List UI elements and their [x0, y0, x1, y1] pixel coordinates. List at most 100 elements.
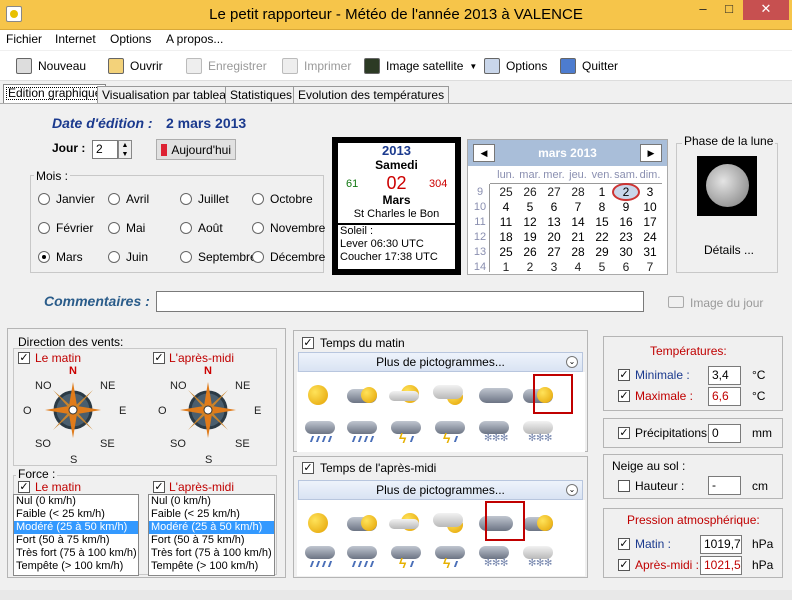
radio-circle[interactable]	[252, 222, 264, 234]
calendar-day[interactable]: 26	[518, 245, 542, 259]
calendar-day[interactable]: 14	[566, 215, 590, 229]
month-radio-avril[interactable]: Avril	[108, 192, 149, 206]
menu-internet[interactable]: Internet	[55, 32, 96, 46]
weather-icon-rain-dark[interactable]	[305, 546, 335, 568]
month-radio-mai[interactable]: Mai	[108, 221, 145, 235]
open-button[interactable]: Ouvrir	[108, 58, 163, 74]
tab-statistiques[interactable]: Statistiques	[225, 86, 298, 103]
satellite-image-button[interactable]: Image satellite ▼	[364, 58, 477, 74]
calendar-day[interactable]: 27	[542, 245, 566, 259]
compass-dir-n[interactable]: N	[69, 365, 77, 377]
weather-icon-cloud-sun2[interactable]	[523, 511, 553, 533]
afternoon-selected-pictogram[interactable]	[485, 501, 525, 541]
calendar-day[interactable]: 27	[542, 185, 566, 199]
compass-dir-ne[interactable]: NE	[100, 380, 115, 392]
compass-dir-ne[interactable]: NE	[235, 380, 250, 392]
calendar-day[interactable]: 30	[614, 245, 638, 259]
wind-morning-checkbox[interactable]: ✓	[18, 352, 30, 364]
dropdown-arrow-icon[interactable]: ▼	[469, 62, 477, 71]
compass-dir-s[interactable]: S	[205, 454, 212, 466]
weather-icon-snow[interactable]: ✻ ✻ ✻	[523, 546, 553, 569]
menu-a-propos[interactable]: A propos...	[166, 32, 223, 46]
calendar-day[interactable]: 3	[638, 185, 662, 199]
minimize-button[interactable]: –	[690, 0, 716, 20]
compass-dir-e[interactable]: E	[119, 405, 126, 417]
force-option[interactable]: Faible (< 25 km/h)	[14, 508, 138, 521]
max-temp-checkbox[interactable]: ✓	[618, 390, 630, 402]
radio-circle[interactable]	[252, 251, 264, 263]
month-radio-novembre[interactable]: Novembre	[252, 221, 325, 235]
weather-icon-sun-cloud-light[interactable]	[389, 383, 419, 405]
min-temp-input[interactable]: 3,4	[708, 366, 741, 385]
calendar-day[interactable]: 7	[638, 260, 662, 274]
weather-icon-cloud-light-sun[interactable]	[433, 511, 463, 533]
afternoon-more-pictograms[interactable]: Plus de pictogrammes... ⌄	[298, 480, 583, 500]
min-temp-checkbox[interactable]: ✓	[618, 369, 630, 381]
weather-icon-storm-light[interactable]: ϟ	[435, 421, 465, 446]
chevron-down-icon[interactable]: ⌄	[566, 484, 578, 496]
calendar-day[interactable]: 8	[590, 200, 614, 214]
calendar-day[interactable]: 18	[494, 230, 518, 244]
calendar-day[interactable]: 22	[590, 230, 614, 244]
calendar-day[interactable]: 19	[518, 230, 542, 244]
snow-input[interactable]: -	[708, 476, 741, 495]
comments-input[interactable]	[156, 291, 644, 312]
calendar-day[interactable]: 5	[518, 200, 542, 214]
force-afternoon-checkbox[interactable]: ✓	[153, 481, 165, 493]
morning-selected-pictogram[interactable]	[533, 374, 573, 414]
force-option[interactable]: Très fort (75 à 100 km/h)	[14, 547, 138, 560]
today-button[interactable]: Aujourd'hui	[156, 139, 236, 160]
calendar-day[interactable]: 25	[494, 185, 518, 199]
weather-icon-cloud-sun[interactable]	[347, 383, 377, 405]
radio-circle[interactable]	[108, 251, 120, 263]
radio-circle[interactable]	[38, 193, 50, 205]
calendar-day[interactable]: 17	[638, 215, 662, 229]
force-option[interactable]: Très fort (75 à 100 km/h)	[149, 547, 274, 560]
quit-button[interactable]: Quitter	[560, 58, 618, 74]
compass-dir-o[interactable]: O	[158, 405, 167, 417]
calendar-day[interactable]: 7	[566, 200, 590, 214]
force-morning-list[interactable]: Nul (0 km/h) Faible (< 25 km/h) Modéré (25…	[13, 494, 139, 576]
weather-icon-rain-heavy[interactable]	[347, 421, 377, 443]
force-option[interactable]: Fort (50 à 75 km/h)	[149, 534, 274, 547]
new-button[interactable]: Nouveau	[16, 58, 86, 74]
photo-of-day-button[interactable]: Image du jour	[668, 296, 763, 310]
afternoon-weather-checkbox[interactable]: ✓	[302, 462, 314, 474]
weather-icon-snow[interactable]: ✻ ✻ ✻	[523, 421, 553, 444]
print-button[interactable]: Imprimer	[282, 58, 351, 74]
pressure-afternoon-checkbox[interactable]: ✓	[618, 559, 630, 571]
radio-circle[interactable]	[108, 222, 120, 234]
month-radio-juin[interactable]: Juin	[108, 250, 148, 264]
radio-circle[interactable]	[180, 251, 192, 263]
compass-dir-no[interactable]: NO	[35, 380, 52, 392]
radio-circle[interactable]	[38, 251, 50, 263]
moon-details-link[interactable]: Détails ...	[704, 243, 754, 257]
weather-icon-sun-cloud-light[interactable]	[389, 511, 419, 533]
weather-icon-cloud-sun[interactable]	[347, 511, 377, 533]
force-option[interactable]: Nul (0 km/h)	[149, 495, 274, 508]
next-month-button[interactable]: ▶	[640, 144, 662, 162]
tab-evolution-temperatures[interactable]: Evolution des températures	[293, 86, 450, 103]
menu-fichier[interactable]: Fichier	[6, 32, 42, 46]
month-radio-octobre[interactable]: Octobre	[252, 192, 313, 206]
force-option[interactable]: Nul (0 km/h)	[14, 495, 138, 508]
calendar-day[interactable]: 20	[542, 230, 566, 244]
radio-circle[interactable]	[38, 222, 50, 234]
weather-icon-storm-light[interactable]: ϟ	[435, 546, 465, 571]
calendar-day[interactable]: 25	[494, 245, 518, 259]
morning-more-pictograms[interactable]: Plus de pictogrammes... ⌄	[298, 352, 583, 372]
save-button[interactable]: Enregistrer	[186, 58, 267, 74]
pressure-morning-input[interactable]: 1019,7	[700, 535, 742, 554]
month-radio-février[interactable]: Février	[38, 221, 93, 235]
wind-compass-morning[interactable]	[43, 380, 103, 440]
close-button[interactable]: ✕	[743, 0, 789, 20]
calendar-day[interactable]: 5	[590, 260, 614, 274]
options-button[interactable]: Options	[484, 58, 547, 74]
weather-icon-storm[interactable]: ϟ	[391, 421, 421, 446]
radio-circle[interactable]	[180, 193, 192, 205]
weather-icon-rain-dark[interactable]	[305, 421, 335, 443]
compass-dir-se[interactable]: SE	[235, 438, 250, 450]
calendar-day[interactable]: 4	[566, 260, 590, 274]
force-option[interactable]: Modéré (25 à 50 km/h)	[14, 521, 138, 534]
force-option[interactable]: Faible (< 25 km/h)	[149, 508, 274, 521]
